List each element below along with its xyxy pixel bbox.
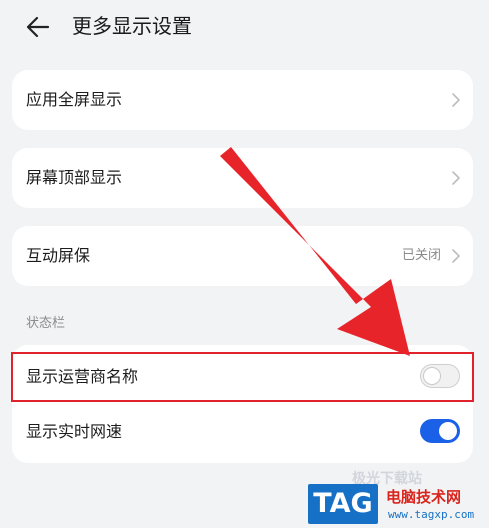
network-speed-label: 显示实时网速 xyxy=(26,422,123,441)
page-title: 更多显示设置 xyxy=(72,14,192,38)
fullscreen-row[interactable]: 应用全屏显示 xyxy=(12,71,473,129)
top-display-row[interactable]: 屏幕顶部显示 xyxy=(12,149,473,207)
top-display-card: 屏幕顶部显示 xyxy=(12,148,473,208)
watermark-logo-text: TAG xyxy=(313,488,373,519)
screensaver-label: 互动屏保 xyxy=(26,246,91,265)
fullscreen-card: 应用全屏显示 xyxy=(12,70,473,130)
network-speed-toggle[interactable] xyxy=(420,419,460,443)
watermark-url: www.tagxp.com xyxy=(388,508,475,521)
toggle-knob xyxy=(439,422,457,440)
watermark-cn-text: 电脑技术网 xyxy=(386,488,462,506)
screensaver-row[interactable]: 互动屏保 已关闭 xyxy=(12,227,473,285)
watermark-logo: TAG xyxy=(308,484,378,524)
annotation-highlight-box xyxy=(11,352,474,402)
chevron-right-icon xyxy=(452,249,460,263)
top-display-label: 屏幕顶部显示 xyxy=(26,168,123,187)
back-arrow-icon[interactable] xyxy=(24,13,54,41)
network-speed-row[interactable]: 显示实时网速 xyxy=(12,403,473,461)
chevron-right-icon xyxy=(452,171,460,185)
section-header-status-bar: 状态栏 xyxy=(26,316,66,331)
fullscreen-label: 应用全屏显示 xyxy=(26,90,123,109)
chevron-right-icon xyxy=(452,93,460,107)
screensaver-card: 互动屏保 已关闭 xyxy=(12,226,473,286)
header-bar: 更多显示设置 xyxy=(0,0,489,56)
screensaver-status: 已关闭 xyxy=(401,248,441,263)
